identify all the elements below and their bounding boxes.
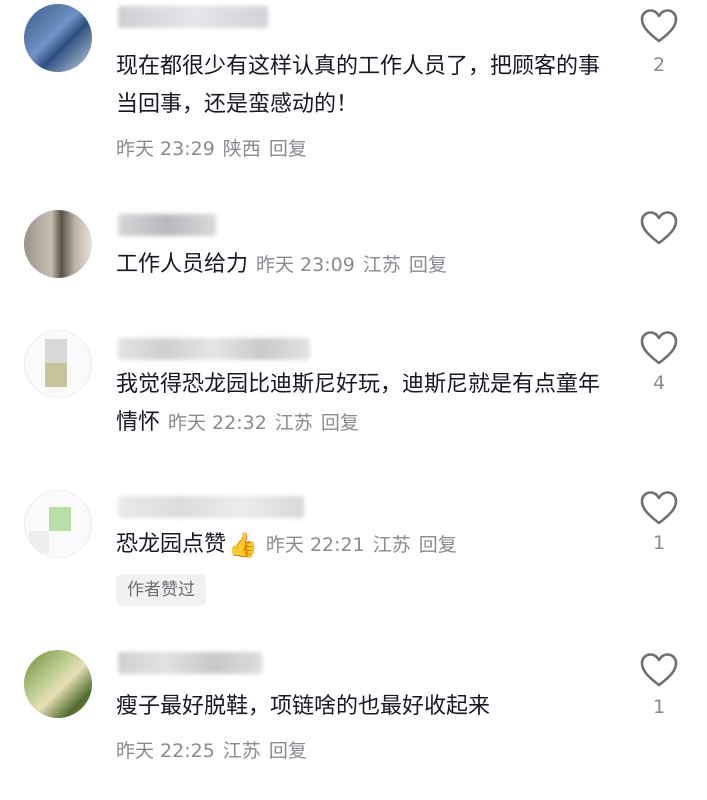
- heart-outline-icon: [640, 9, 678, 43]
- like-button[interactable]: [639, 490, 679, 526]
- reply-button[interactable]: 回复: [409, 254, 447, 276]
- comment-text-content: 工作人员给力: [116, 252, 249, 277]
- comment-text: 瘦子最好脱鞋，项链啥的也最好收起来: [116, 694, 491, 719]
- comment-meta: 昨天 22:21 江苏 回复: [266, 534, 465, 556]
- comment-meta: 昨天 23:09 江苏 回复: [256, 254, 455, 276]
- comment-text: 我觉得恐龙园比迪斯尼好玩，迪斯尼就是有点童年情怀 昨天 22:32 江苏 回复: [116, 366, 616, 442]
- comment-date: 昨天 22:32: [168, 412, 267, 434]
- comment-text: 工作人员给力 昨天 23:09 江苏 回复: [116, 246, 616, 284]
- like-count: 1: [652, 696, 666, 718]
- comment-location: 江苏: [372, 534, 411, 556]
- like-count: 2: [652, 54, 666, 76]
- like-count: 4: [652, 372, 666, 394]
- comment-date: 昨天 23:29: [116, 138, 215, 160]
- avatar[interactable]: [24, 210, 92, 278]
- avatar[interactable]: [24, 650, 92, 718]
- comment-meta: 昨天 23:29 陕西 回复: [116, 134, 315, 161]
- like-count: 1: [652, 532, 666, 554]
- comment-meta: 昨天 22:32 江苏 回复: [168, 412, 367, 434]
- avatar[interactable]: [24, 490, 92, 558]
- comment-date: 昨天 22:21: [265, 534, 365, 556]
- like-button[interactable]: [639, 330, 679, 366]
- reply-button[interactable]: 回复: [269, 138, 307, 160]
- comment-location: 江苏: [362, 254, 401, 276]
- comment-location: 陕西: [222, 138, 261, 160]
- like-button[interactable]: [639, 652, 679, 688]
- username-blurred[interactable]: [118, 338, 310, 360]
- heart-outline-icon: [640, 491, 678, 525]
- username-blurred[interactable]: [118, 6, 268, 28]
- heart-outline-icon: [640, 331, 678, 365]
- avatar[interactable]: [24, 330, 92, 398]
- comment-date: 昨天 23:09: [256, 254, 355, 276]
- like-button[interactable]: [639, 210, 679, 246]
- username-blurred[interactable]: [118, 214, 216, 236]
- comment-text: 恐龙园点赞👍 昨天 22:21 江苏 回复: [116, 526, 616, 564]
- reply-button[interactable]: 回复: [269, 740, 307, 762]
- comment-date: 昨天 22:25: [116, 740, 215, 762]
- like-button[interactable]: [639, 8, 679, 44]
- username-blurred[interactable]: [118, 652, 262, 674]
- reply-button[interactable]: 回复: [321, 412, 359, 434]
- comment-text: 现在都很少有这样认真的工作人员了，把顾客的事当回事，还是蛮感动的！: [116, 54, 601, 117]
- avatar[interactable]: [24, 4, 92, 72]
- comment-location: 江苏: [222, 740, 261, 762]
- thumbs-up-emoji: 👍: [228, 531, 258, 559]
- username-blurred[interactable]: [118, 496, 304, 518]
- heart-outline-icon: [640, 211, 678, 245]
- heart-outline-icon: [640, 653, 678, 687]
- comment-text-content: 恐龙园点赞: [116, 532, 227, 557]
- author-liked-tag: 作者赞过: [116, 574, 206, 606]
- reply-button[interactable]: 回复: [419, 534, 457, 556]
- comment-meta: 昨天 22:25 江苏 回复: [116, 736, 315, 763]
- comment-location: 江苏: [274, 412, 313, 434]
